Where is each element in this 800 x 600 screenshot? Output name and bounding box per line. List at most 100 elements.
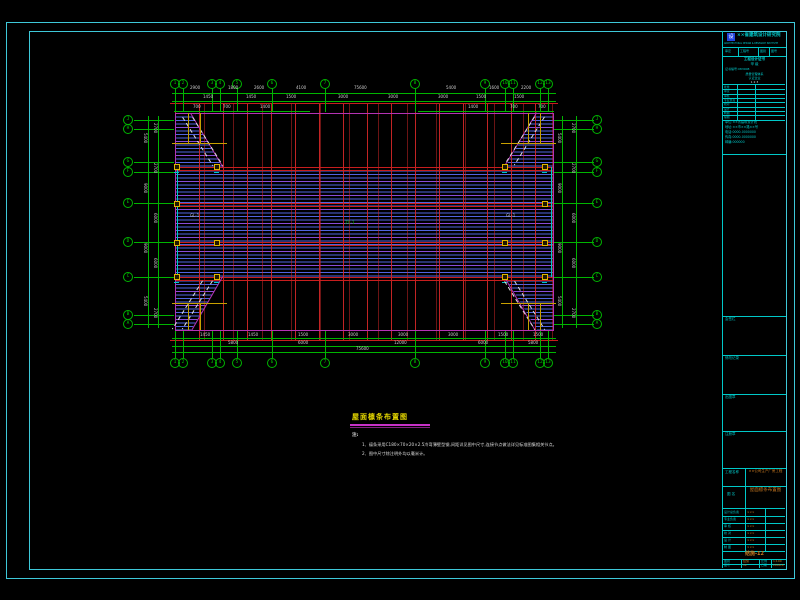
tb-project-value: ××公司生产厂房工程 [746,470,785,474]
axis-bubble: E [592,198,602,208]
dim-text: 3000 [438,95,448,99]
axis-bubble: 4 [215,79,225,89]
axis-bubble: D [123,237,133,247]
dim-text: 6000 [571,213,575,223]
tb-info-line: 邮编:000000 [725,141,745,145]
dim-text: 1500 [476,95,486,99]
note-line: 1、檩条采用C180×70×20×2.5冷弯薄壁型钢,间距详见图中尺寸,连接节点… [362,442,557,447]
column-marker [214,164,220,170]
axis-bubble: H [123,124,133,134]
tb-header-cell: 图别 [760,50,766,53]
tb-hline [723,107,785,108]
dim-text: 3000 [348,333,358,337]
axis-stem [134,242,174,243]
drawing-title-underline-thin [350,427,430,428]
tb-cert-line: 证书编号:083008 [725,68,749,71]
dim-text: 9000 [557,243,561,253]
dim-text: 2200 [521,86,531,90]
dim-chain [172,352,556,353]
axis-stem [212,331,213,358]
tb-personnel-label: 专业负责 [724,518,736,521]
tb-header-cell: 图号 [771,50,777,53]
axis-bubble: C [123,272,133,282]
axis-bubble: 2 [178,358,188,368]
tb-personnel-label: 制 图 [724,546,731,549]
tb-personnel-value: ××× [747,532,755,535]
dim-chain [158,116,159,328]
dim-text: 1800 [228,86,238,90]
tb-drawing-value: 屋面檩条布置图 [746,489,785,494]
dim-chain [562,116,563,328]
column-marker [174,240,180,246]
note-line: 2、图中尺寸除注明外均以毫米计。 [362,451,427,456]
axis-bubble: A [592,319,602,329]
member-label: GL-1 [506,214,515,218]
tb-info-line: 单位:××省建筑设计院 [725,121,757,125]
detail-line [172,143,227,144]
tb-personnel-value: ××× [747,546,755,549]
tb-personnel-label: 审 核 [724,525,731,528]
axis-bubble: 2 [178,79,188,89]
column-marker [174,274,180,280]
dim-text: 2700 [153,123,157,133]
tb-sign-row-label: 审定 [724,90,730,93]
axis-stem [325,88,326,112]
axis-bubble: 5 [232,358,242,368]
detail-line [188,113,189,143]
dim-text: 1500 [298,333,308,337]
dim-text: 700 [193,105,201,109]
column-marker [542,201,548,207]
column-marker [502,164,508,170]
axis-stem [220,331,221,358]
tb-divider [723,486,786,487]
dim-text: 2700 [153,308,157,318]
dim-text: 2700 [153,163,157,173]
edge-line-left [177,167,178,277]
axis-stem [505,88,506,112]
member-label: GL-1 [190,214,199,218]
dim-text: 5400 [143,133,147,143]
axis-stem [485,88,486,112]
dim-text: 3000 [398,333,408,337]
tb-sign-table: 批准 审定 审核 专业负责 校对 设计 制图 描图 [723,84,785,121]
axis-bubble: 6 [267,79,277,89]
dim-text: 700 [538,105,546,109]
dim-text: 6000 [571,258,575,268]
axis-bubble: D [592,237,602,247]
axis-stem [415,331,416,358]
dim-text: 2600 [254,86,264,90]
axis-stem [415,88,416,112]
axis-stem [183,88,184,112]
axis-bubble: G [592,157,602,167]
titleblock: 设 ××省建筑设计研究院 ARCHITECTURAL DESIGN & RESE… [722,31,786,568]
dim-chain [172,338,556,339]
axis-bubble: A [123,319,133,329]
tb-project-label: 工程名称 [725,471,743,475]
detail-line [540,113,541,143]
axis-bubble: 8 [410,79,420,89]
dim-text: 1500 [498,333,508,337]
dim-text: 5400 [143,296,147,306]
tb-personnel-label: 设 计 [724,539,731,542]
column-marker [174,164,180,170]
dim-text-total: 75600 [356,347,369,351]
edge-line-right [551,167,552,277]
tb-section-label: 会签栏 [725,318,736,322]
axis-stem [175,331,176,358]
dim-text: 1500 [286,95,296,99]
tb-vline [758,47,759,56]
dim-text: 1450 [200,333,210,337]
tb-sign-row-label: 校对 [724,103,730,106]
dim-text: 2700 [571,308,575,318]
tb-personnel-label: 校 对 [724,532,731,535]
tie-marker [214,282,219,283]
axis-bubble: 7 [320,79,330,89]
axis-bubble: 13 [543,358,553,368]
tb-divider [723,47,786,48]
dim-chain [172,93,556,94]
dim-chain [418,111,554,112]
tb-personnel-value: ××× [747,511,755,514]
detail-line [528,303,529,330]
dim-text: 5400 [557,296,561,306]
dim-text: 2700 [571,163,575,173]
